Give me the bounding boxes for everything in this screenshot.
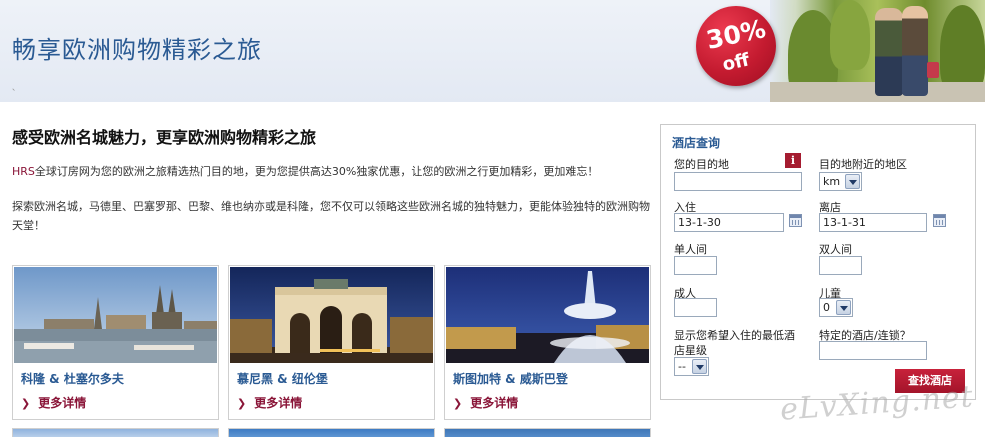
checkin-date-input[interactable]: [674, 213, 784, 232]
single-room-label: 单人间: [674, 243, 707, 256]
distance-unit-select[interactable]: km: [819, 172, 862, 191]
double-room-label: 双人间: [819, 243, 852, 256]
double-room-input[interactable]: [819, 256, 862, 275]
nearby-area-label: 目的地附近的地区: [819, 158, 907, 171]
min-stars-select[interactable]: --: [674, 357, 709, 376]
cologne-cathedral-image[interactable]: [14, 267, 217, 363]
distance-unit-value: km: [823, 175, 841, 188]
munich-gate-image[interactable]: [230, 267, 433, 363]
dropdown-arrow-icon[interactable]: [836, 300, 851, 315]
chevron-right-icon: ❯: [237, 397, 247, 410]
calendar-icon[interactable]: [933, 214, 946, 227]
single-room-input[interactable]: [674, 256, 717, 275]
brand-name: HRS: [12, 165, 35, 178]
min-stars-label-line1: 显示您希望入住的最低酒: [674, 329, 795, 342]
banner-mark: 、: [12, 83, 20, 92]
intro-paragraph-1: HRS全球订房网为您的欧洲之旅精选热门目的地，更为您提供高达30%独家优惠，让您…: [12, 163, 598, 179]
destination-card-munich[interactable]: 慕尼黑 & 纽伦堡 ❯ 更多详情: [228, 265, 435, 420]
discount-badge[interactable]: 30% off: [696, 6, 776, 86]
min-stars-label-line2: 店星级: [674, 344, 707, 357]
dropdown-arrow-icon[interactable]: [845, 174, 860, 189]
top-banner: 畅享欧洲购物精彩之旅 、 30% off: [0, 0, 985, 102]
banner-shopping-photo: [770, 0, 985, 102]
more-details-link[interactable]: ❯ 更多详情: [21, 394, 86, 411]
children-select[interactable]: 0: [819, 298, 853, 317]
destination-input[interactable]: [674, 172, 802, 191]
adults-input[interactable]: [674, 298, 717, 317]
destination-card-partial[interactable]: [12, 428, 219, 437]
destination-card-partial[interactable]: [444, 428, 651, 437]
hotel-chain-input[interactable]: [819, 341, 927, 360]
destination-card-cologne[interactable]: 科隆 & 杜塞尔多夫 ❯ 更多详情: [12, 265, 219, 420]
dropdown-arrow-icon[interactable]: [692, 359, 707, 374]
card-title[interactable]: 斯图加特 & 威斯巴登: [453, 370, 568, 387]
calendar-icon[interactable]: [789, 214, 802, 227]
destination-card-partial[interactable]: [228, 428, 435, 437]
min-stars-value: --: [678, 360, 686, 373]
intro-paragraph-2: 探索欧洲名城，马德里、巴塞罗那、巴黎、维也纳亦或是科隆，您不仅可以领略这些欧洲名…: [12, 200, 650, 232]
destination-card-stuttgart[interactable]: 斯图加特 & 威斯巴登 ❯ 更多详情: [444, 265, 651, 420]
stuttgart-fountain-image[interactable]: [446, 267, 649, 363]
info-icon[interactable]: i: [785, 153, 801, 168]
banner-title: 畅享欧洲购物精彩之旅: [12, 36, 262, 64]
children-value: 0: [823, 301, 830, 314]
chevron-right-icon: ❯: [21, 397, 31, 410]
more-details-label: 更多详情: [470, 396, 519, 410]
more-details-link[interactable]: ❯ 更多详情: [453, 394, 518, 411]
section-heading: 感受欧洲名城魅力，更享欧洲购物精彩之旅: [12, 128, 317, 147]
hotel-search-panel: 酒店查询 您的目的地 i 目的地附近的地区 km 入住 离店 单人间 双人间 成…: [660, 124, 976, 400]
panel-title: 酒店查询: [672, 136, 721, 150]
more-details-label: 更多详情: [254, 396, 303, 410]
more-details-label: 更多详情: [38, 396, 87, 410]
card-title[interactable]: 慕尼黑 & 纽伦堡: [237, 370, 328, 387]
checkout-date-input[interactable]: [819, 213, 927, 232]
intro-paragraph-1-text: 全球订房网为您的欧洲之旅精选热门目的地，更为您提供高达30%独家优惠，让您的欧洲…: [34, 165, 599, 178]
more-details-link[interactable]: ❯ 更多详情: [237, 394, 302, 411]
chevron-right-icon: ❯: [453, 397, 463, 410]
destination-label: 您的目的地: [674, 158, 729, 171]
card-title[interactable]: 科隆 & 杜塞尔多夫: [21, 370, 124, 387]
